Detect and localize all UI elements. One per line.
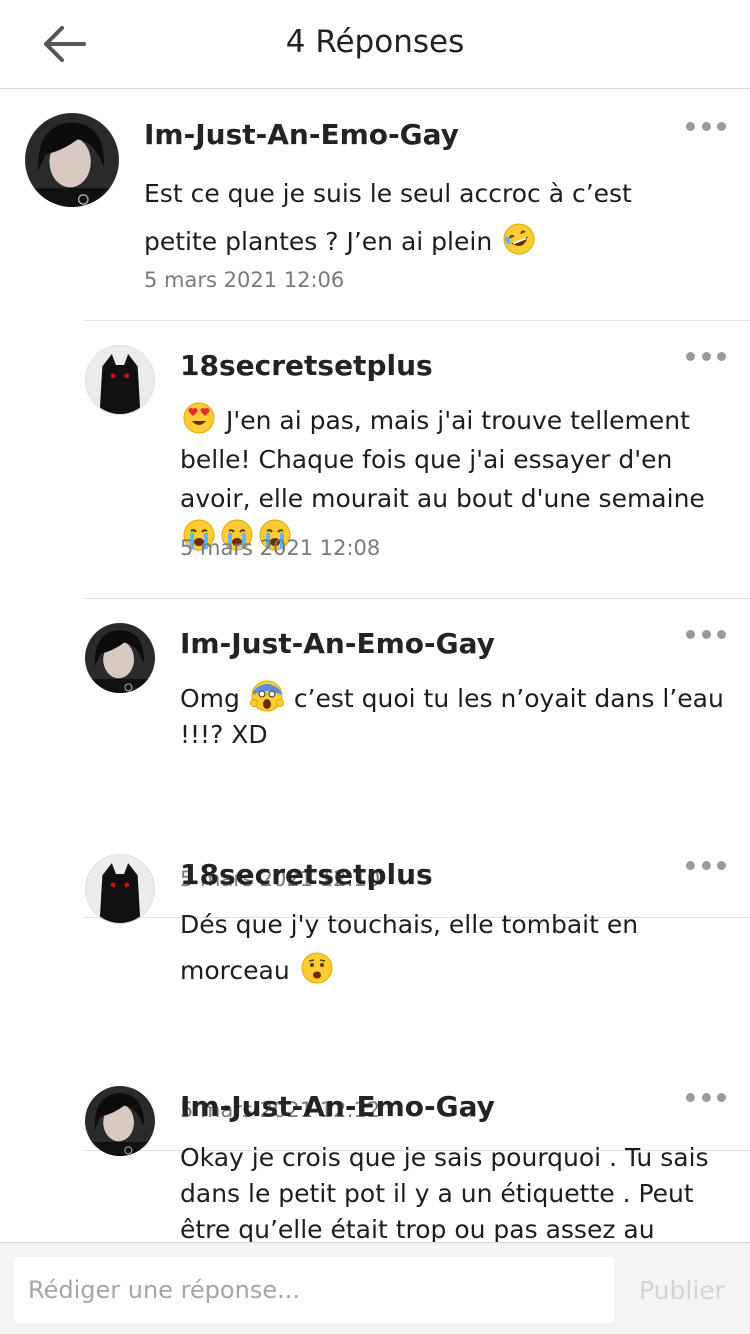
avatar[interactable]	[25, 113, 119, 207]
reply-composer: Publier	[0, 1242, 750, 1334]
more-horizontal-icon	[686, 629, 695, 639]
comment-username[interactable]: 18secretsetplus	[180, 349, 433, 382]
more-horizontal-icon	[686, 860, 695, 870]
reply-input[interactable]	[14, 1257, 614, 1323]
top-bar: 4 Réponses	[0, 0, 750, 89]
comment-text: J'en ai pas, mais j'ai trouve tellement …	[180, 401, 725, 557]
more-horizontal-icon	[686, 121, 695, 131]
divider	[84, 320, 750, 321]
comment-timestamp: 5 mars 2021 12:06	[144, 268, 345, 292]
avatar[interactable]	[85, 345, 155, 415]
user-avatar-image	[85, 623, 155, 693]
user-avatar-image	[86, 855, 154, 923]
more-options-button[interactable]	[686, 624, 726, 644]
user-avatar-image	[86, 346, 154, 414]
avatar[interactable]	[85, 854, 155, 924]
comment-text: Omg c’est quoi tu les n’oyait dans l’eau…	[180, 679, 728, 753]
more-horizontal-icon	[686, 351, 695, 361]
avatar[interactable]	[85, 623, 155, 693]
comment-text: Dés que j'y touchais, elle tombait en mo…	[180, 910, 639, 985]
publish-button[interactable]: Publier	[622, 1257, 742, 1323]
frowning-open-mouth-emoji-icon	[300, 951, 334, 985]
comment-username[interactable]: 18secretsetplus	[180, 858, 433, 891]
comment-timestamp: 5 mars 2021 12:08	[180, 536, 381, 560]
screaming-emoji-icon	[249, 679, 284, 713]
divider	[84, 598, 750, 599]
comment-username[interactable]: Im-Just-An-Emo-Gay	[144, 118, 459, 151]
comment-text: Est ce que je suis le seul accroc à c’es…	[144, 170, 704, 266]
more-options-button[interactable]	[686, 346, 726, 366]
rofl-emoji-icon	[502, 222, 536, 256]
user-avatar-image	[25, 113, 119, 207]
comment-username[interactable]: Im-Just-An-Emo-Gay	[180, 1090, 495, 1123]
heart-eyes-emoji-icon	[182, 401, 216, 435]
page-title: 4 Réponses	[285, 24, 465, 60]
avatar[interactable]	[85, 1086, 155, 1156]
user-avatar-image	[85, 1086, 155, 1156]
more-options-button[interactable]	[686, 855, 726, 875]
comment-username[interactable]: Im-Just-An-Emo-Gay	[180, 627, 495, 660]
more-options-button[interactable]	[686, 116, 726, 136]
comment-text: Okay je crois que je sais pourquoi . Tu …	[180, 1140, 725, 1242]
more-options-button[interactable]	[686, 1087, 726, 1107]
comment-thread[interactable]: Im-Just-An-Emo-Gay Est ce que je suis le…	[0, 90, 750, 1242]
more-horizontal-icon	[686, 1092, 695, 1102]
